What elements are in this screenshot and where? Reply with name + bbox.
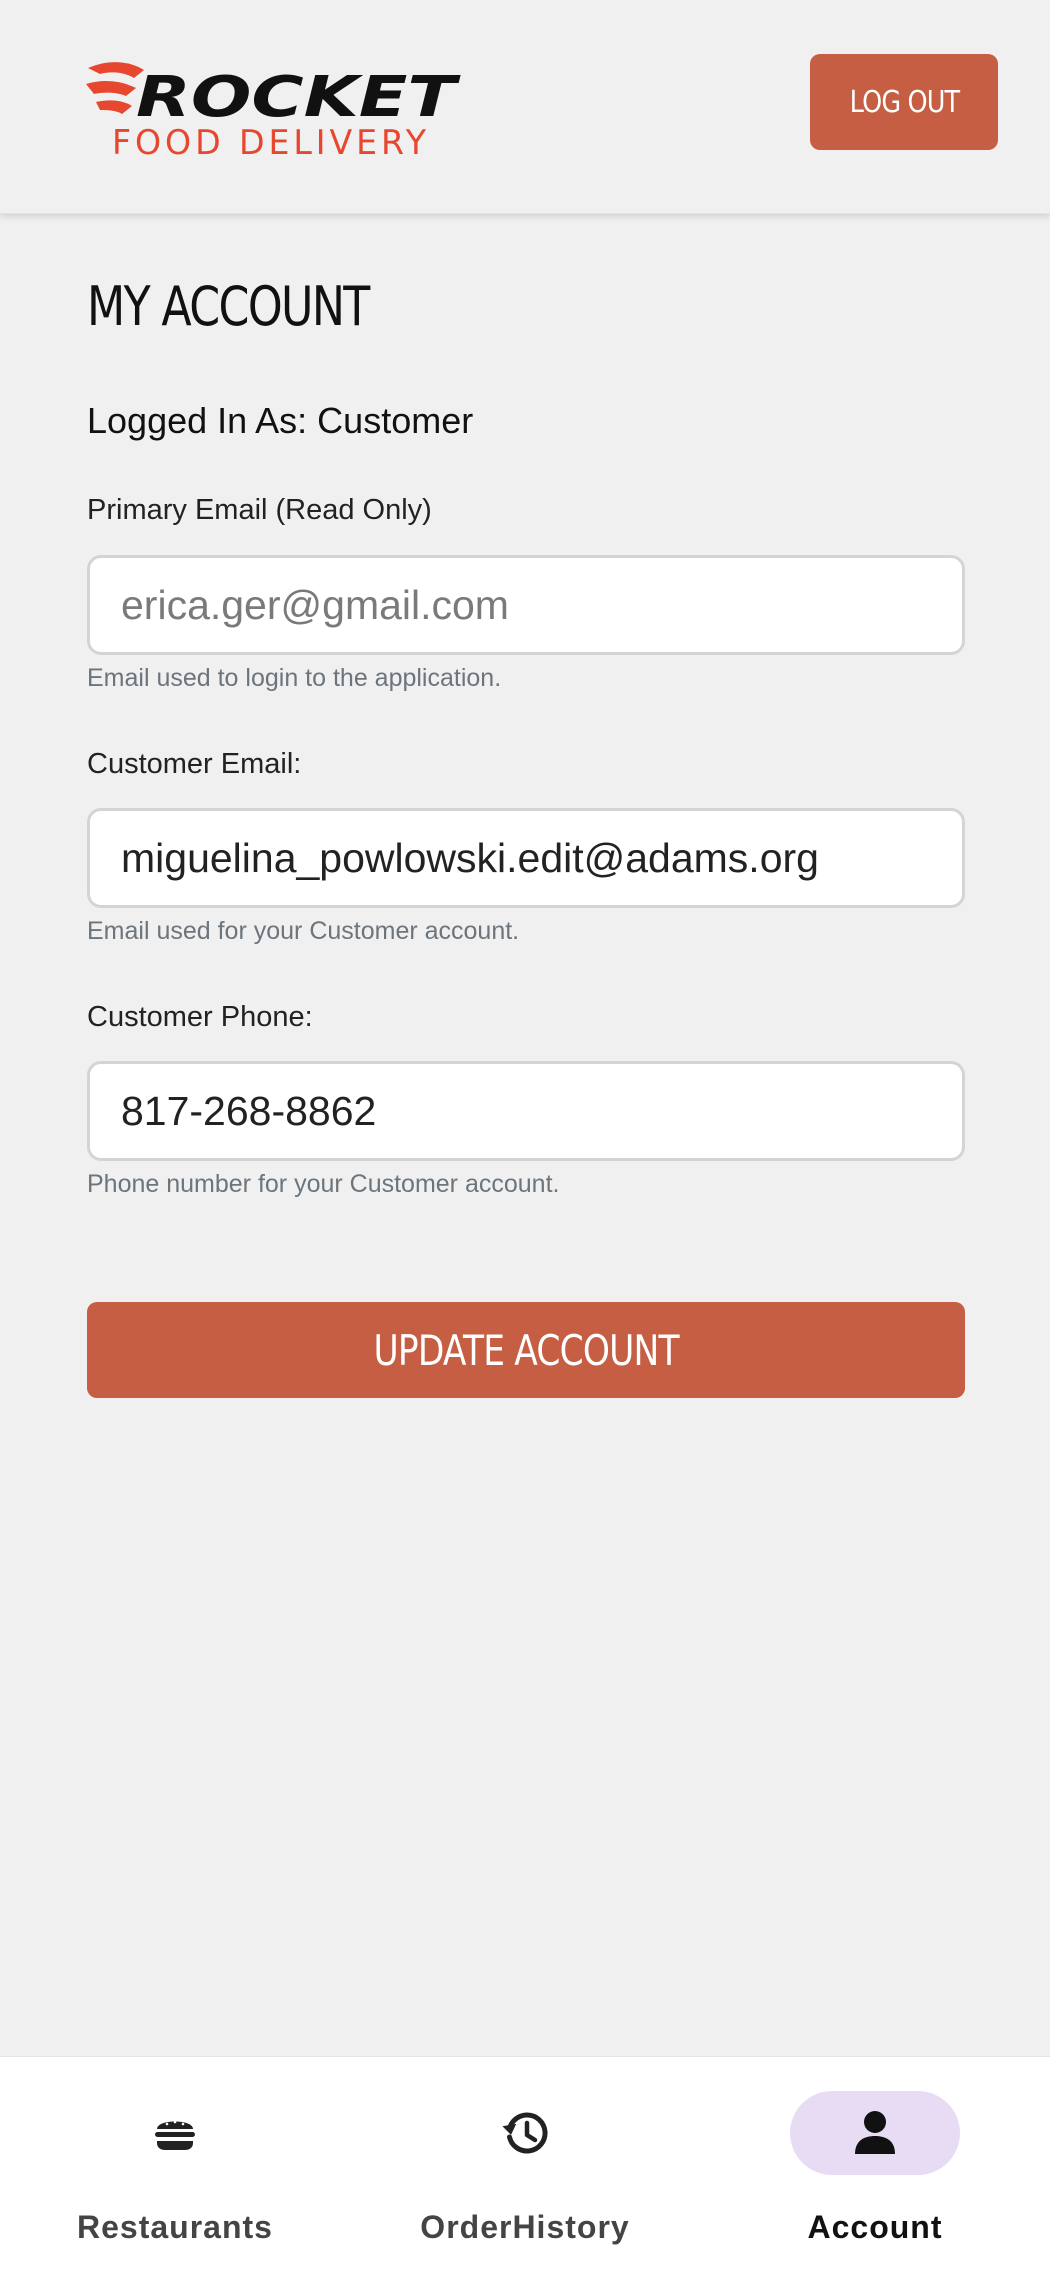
person-icon [855,2111,895,2154]
logout-button-label: LOG OUT [849,84,959,120]
page-title: MY ACCOUNT [87,275,370,338]
tab-order-history-label: OrderHistory [420,2209,630,2245]
tab-order-history-icon-wrap [440,2091,610,2175]
bottom-tab-bar: Restaurants OrderHistory Account [0,2056,1050,2275]
customer-email-help: Email used for your Customer account. [87,917,520,945]
rocket-logo-graphic: ROCKET FOOD DELIVERY [86,62,461,158]
history-icon [502,2112,548,2154]
tab-restaurants-icon-wrap [90,2091,260,2175]
primary-email-input[interactable] [87,555,965,655]
tab-restaurants[interactable]: Restaurants [0,2057,350,2275]
customer-phone-label: Customer Phone: [87,1001,313,1033]
app-header: ROCKET FOOD DELIVERY LOG OUT [0,0,1050,214]
customer-phone-input[interactable] [87,1061,965,1161]
customer-email-input[interactable] [87,808,965,908]
tab-account[interactable]: Account [700,2057,1050,2275]
hamburger-icon [155,2120,195,2150]
logo-wordmark: ROCKET [136,65,461,130]
primary-email-label: Primary Email (Read Only) [87,494,432,526]
tab-account-icon-wrap [790,2091,960,2175]
update-account-button-label: UPDATE ACCOUNT [373,1325,679,1375]
tab-account-label: Account [807,2209,943,2245]
logged-in-status: Logged In As: Customer [87,400,474,441]
customer-email-label: Customer Email: [87,748,302,780]
rocket-logo: ROCKET FOOD DELIVERY [86,58,466,158]
tab-order-history[interactable]: OrderHistory [350,2057,700,2275]
primary-email-help: Email used to login to the application. [87,664,502,692]
tab-restaurants-label: Restaurants [77,2209,273,2245]
logo-subtext: FOOD DELIVERY [112,123,430,158]
customer-phone-help: Phone number for your Customer account. [87,1170,560,1198]
update-account-button[interactable]: UPDATE ACCOUNT [87,1302,965,1398]
logout-button[interactable]: LOG OUT [810,54,998,150]
